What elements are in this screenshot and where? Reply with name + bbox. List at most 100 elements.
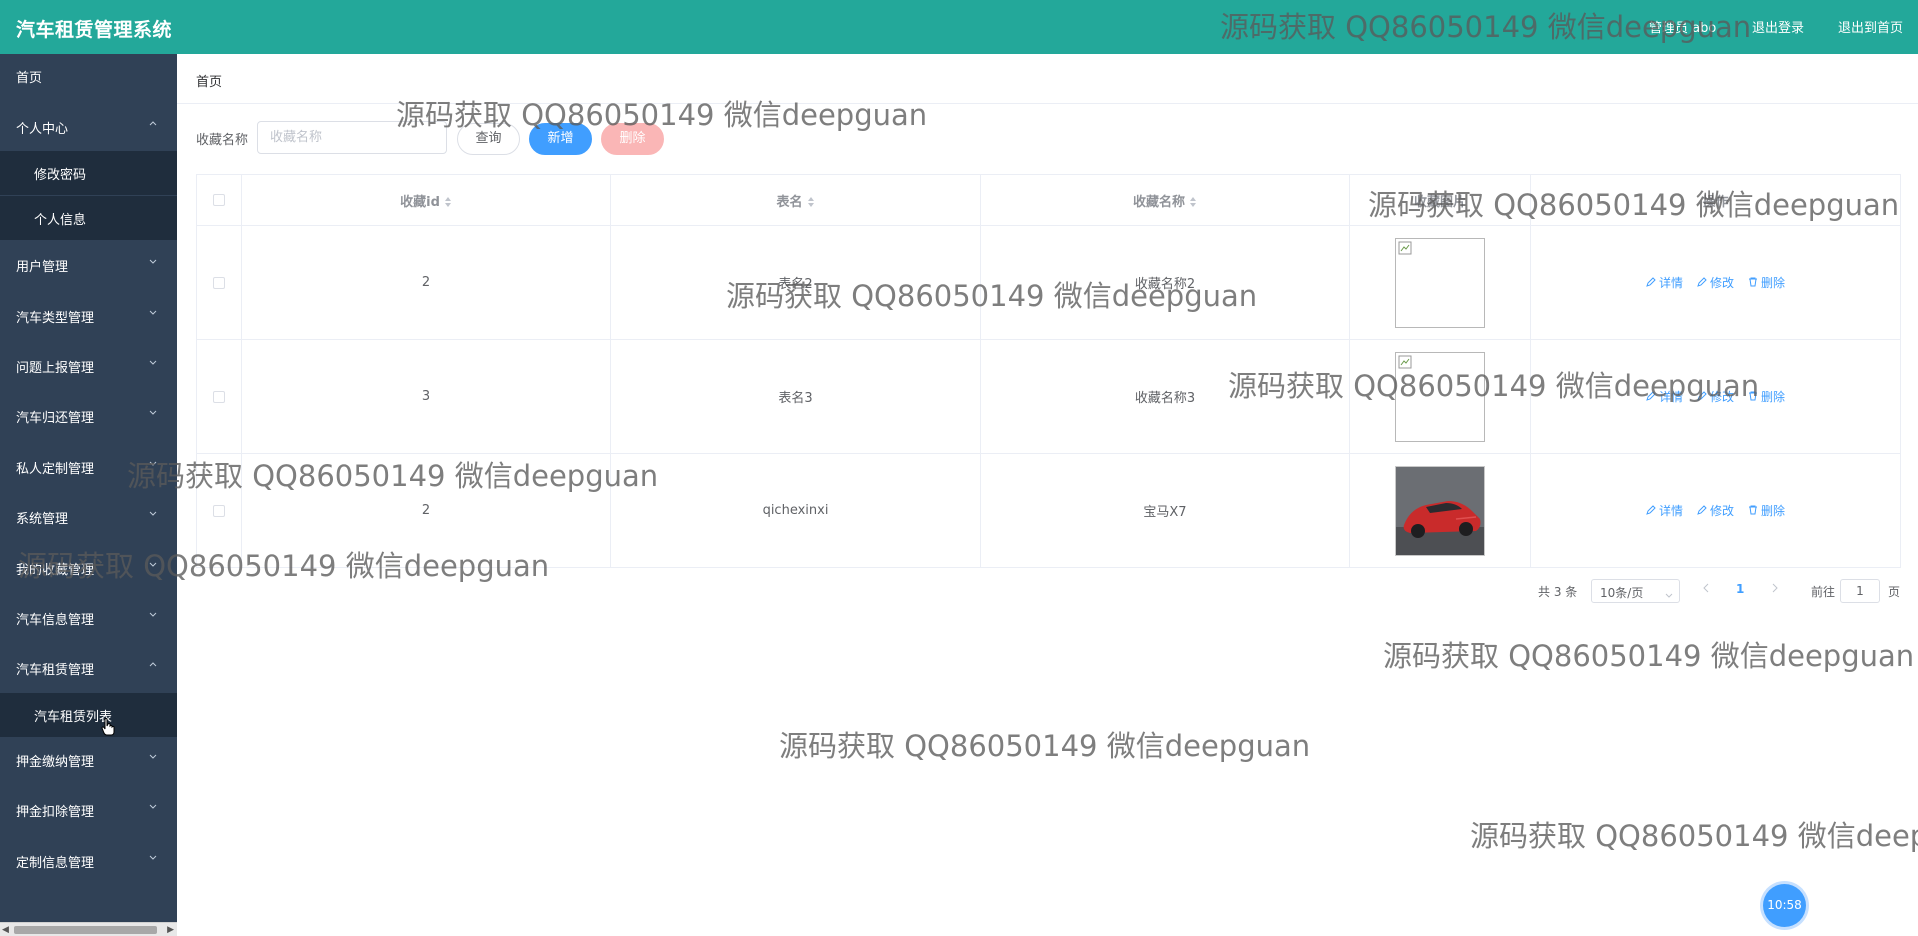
chevron-right-icon [1772, 583, 1778, 593]
cell-operations: 详情 修改 删除 [1530, 339, 1901, 454]
watermark-text: 源码获取 QQ86050149 微信deepguan [1470, 819, 1918, 853]
chevron-down-icon [149, 408, 157, 416]
cell-favorite-image [1349, 453, 1531, 568]
page-number-current[interactable]: 1 [1736, 582, 1744, 596]
sidebar-item-car-rental-list[interactable]: 汽车租赁列表 [0, 693, 177, 737]
edit-icon [1697, 505, 1707, 516]
prev-page-button[interactable] [1702, 582, 1710, 597]
sidebar-item-label: 修改密码 [34, 168, 87, 183]
sidebar-item-change-password[interactable]: 修改密码 [0, 151, 177, 195]
sidebar-item-user-management[interactable]: 用户管理 [0, 243, 177, 287]
row-checkbox[interactable] [213, 504, 225, 517]
detail-button[interactable]: 详情 [1646, 502, 1683, 519]
column-header-label: 收藏名称 [1132, 194, 1185, 210]
scroll-right-arrow-icon[interactable]: ▶ [167, 925, 174, 935]
detail-button[interactable]: 详情 [1646, 388, 1683, 405]
delete-button[interactable]: 删除 [1748, 388, 1785, 405]
sidebar-item-label: 定制信息管理 [16, 856, 95, 871]
sidebar-item-favorites-management[interactable]: 我的收藏管理 [0, 546, 177, 590]
top-header: 汽车租赁管理系统 管理员 abo 退出登录 退出到首页 [0, 0, 1918, 54]
edit-button[interactable]: 修改 [1697, 502, 1734, 519]
cell-favorite-name: 收藏名称2 [980, 225, 1350, 340]
cell-favorite-name: 宝马X7 [980, 453, 1350, 568]
scroll-left-arrow-icon[interactable]: ◀ [2, 925, 9, 935]
detail-button[interactable]: 详情 [1646, 274, 1683, 291]
sidebar-item-private-custom-management[interactable]: 私人定制管理 [0, 445, 177, 489]
search-label: 收藏名称 [196, 133, 249, 148]
column-header-favorite-name[interactable]: 收藏名称 [980, 174, 1350, 226]
logout-link[interactable]: 退出登录 [1752, 17, 1804, 36]
breadcrumb: 首页 [177, 54, 1918, 104]
select-all-checkbox[interactable] [213, 194, 225, 206]
sort-icon[interactable] [807, 196, 815, 208]
goto-label: 前往 [1811, 585, 1836, 599]
sidebar-horizontal-scrollbar[interactable]: ◀ ▶ [0, 922, 177, 936]
sidebar-item-car-type-management[interactable]: 汽车类型管理 [0, 294, 177, 338]
sidebar-item-personal-info[interactable]: 个人信息 [0, 196, 177, 240]
table-row: 3 表名3 收藏名称3 详情 修改 删除 [196, 339, 1901, 454]
sidebar-item-label: 系统管理 [16, 512, 69, 527]
current-user: 管理员 abo [1649, 21, 1717, 36]
batch-delete-button[interactable]: 删除 [601, 123, 664, 155]
sort-icon[interactable] [444, 196, 452, 208]
cell-id: 2 [241, 453, 611, 568]
add-button[interactable]: 新增 [529, 123, 592, 155]
column-header-table-name[interactable]: 表名 [610, 174, 981, 226]
row-select-cell [196, 339, 242, 454]
delete-label: 删除 [1761, 389, 1786, 404]
sidebar-item-system-management[interactable]: 系统管理 [0, 495, 177, 539]
edit-label: 修改 [1709, 275, 1734, 290]
breadcrumb-home[interactable]: 首页 [196, 71, 222, 90]
edit-button[interactable]: 修改 [1697, 274, 1734, 291]
query-button[interactable]: 查询 [457, 123, 520, 155]
sidebar-item-home[interactable]: 首页 [0, 54, 177, 98]
sidebar-item-car-return-management[interactable]: 汽车归还管理 [0, 394, 177, 438]
watermark-text: 源码获取 QQ86050149 微信deepguan [1383, 639, 1915, 673]
sidebar-item-deposit-payment-management[interactable]: 押金缴纳管理 [0, 738, 177, 782]
cell-favorite-image [1349, 339, 1531, 454]
back-to-home-link[interactable]: 退出到首页 [1838, 17, 1903, 36]
sidebar-item-deposit-deduction-management[interactable]: 押金扣除管理 [0, 788, 177, 832]
hand-cursor-icon [101, 718, 115, 740]
cell-id: 2 [241, 225, 611, 340]
row-select-cell [196, 453, 242, 568]
delete-button[interactable]: 删除 [1748, 502, 1785, 519]
page-size-select[interactable]: 10条/页 [1591, 579, 1680, 603]
cell-table-name: 表名2 [610, 225, 981, 340]
row-checkbox[interactable] [213, 276, 225, 289]
edit-label: 修改 [1709, 389, 1734, 404]
sort-icon[interactable] [1189, 196, 1197, 208]
sidebar-item-personal-center[interactable]: 个人中心 [0, 105, 177, 149]
sidebar-item-issue-report-management[interactable]: 问题上报管理 [0, 344, 177, 388]
favorite-name-search-input[interactable] [257, 121, 447, 154]
sidebar: 首页 个人中心 修改密码 个人信息 用户管理 汽车类型管理 问题上报管理 汽车归… [0, 54, 177, 936]
row-checkbox[interactable] [213, 390, 225, 403]
sidebar-item-custom-info-management[interactable]: 定制信息管理 [0, 839, 177, 883]
watermark-text: 源码获取 QQ86050149 微信deepguan [779, 729, 1311, 763]
sidebar-item-label: 首页 [16, 71, 43, 86]
edit-button[interactable]: 修改 [1697, 388, 1734, 405]
chevron-down-icon [149, 560, 157, 568]
sidebar-item-label: 汽车归还管理 [16, 411, 95, 426]
clock-badge: 10:58 [1763, 884, 1806, 927]
scrollbar-thumb[interactable] [14, 926, 157, 934]
page-size-value: 10条/页 [1600, 586, 1644, 600]
sidebar-item-label: 押金扣除管理 [16, 805, 95, 820]
chevron-down-icon [149, 308, 157, 316]
sidebar-item-car-rental-management[interactable]: 汽车租赁管理 [0, 646, 177, 690]
next-page-button[interactable] [1771, 582, 1779, 597]
detail-label: 详情 [1658, 389, 1683, 404]
chevron-down-icon [149, 610, 157, 618]
goto-page-input[interactable] [1840, 579, 1880, 603]
edit-icon [1697, 391, 1707, 402]
chevron-down-icon [149, 853, 157, 861]
pagination-total: 共 3 条 [1538, 585, 1578, 599]
sidebar-item-car-info-management[interactable]: 汽车信息管理 [0, 596, 177, 640]
cell-table-name: 表名3 [610, 339, 981, 454]
delete-label: 删除 [1761, 503, 1786, 518]
edit-icon [1646, 391, 1656, 402]
delete-button[interactable]: 删除 [1748, 274, 1785, 291]
column-header-id[interactable]: 收藏id [241, 174, 611, 226]
sidebar-item-label: 用户管理 [16, 260, 69, 275]
sidebar-item-label: 问题上报管理 [16, 361, 95, 376]
